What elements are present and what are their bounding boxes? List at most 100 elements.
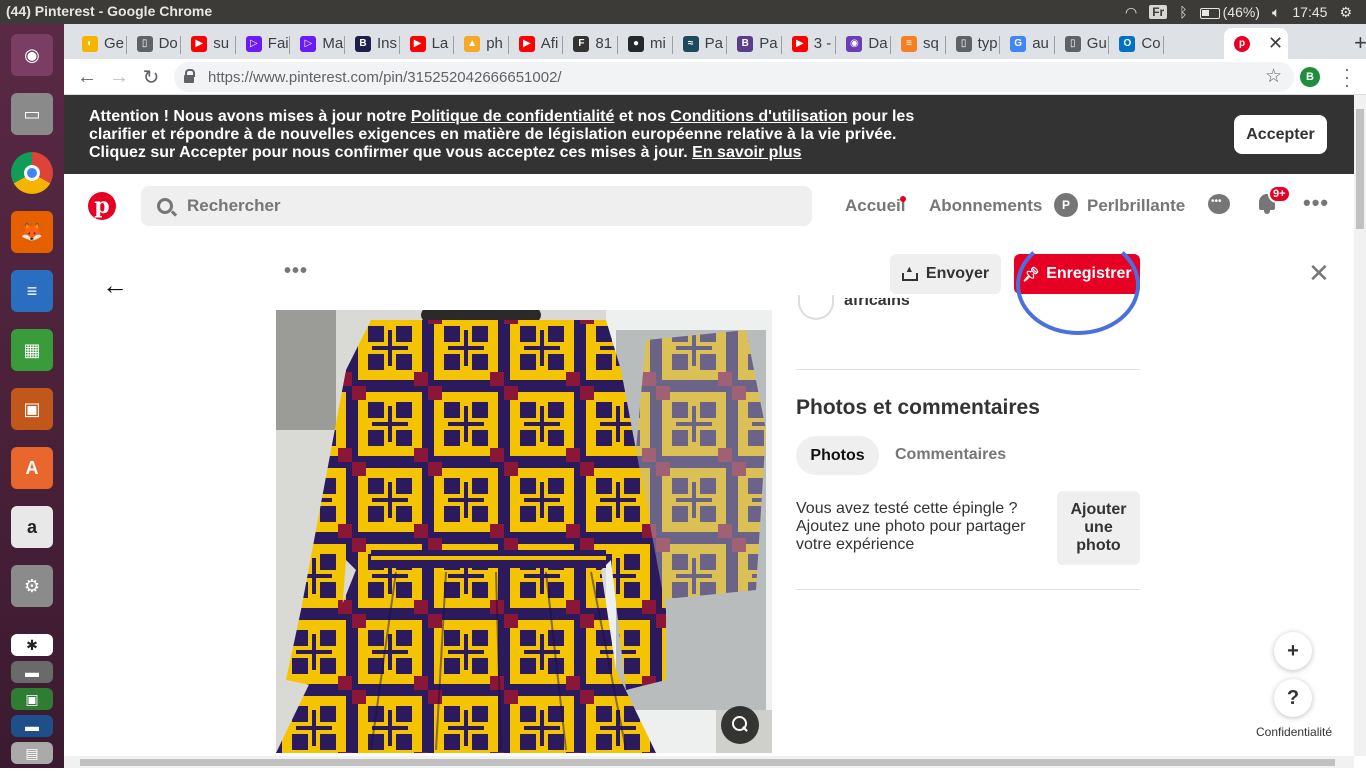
privacy-link[interactable]: Confidentialité	[1256, 725, 1332, 739]
tab-favicon-icon: B	[355, 35, 371, 52]
visual-search-lens-icon[interactable]	[721, 706, 759, 744]
browser-tab[interactable]: O Co	[1109, 28, 1164, 59]
keyboard-layout-indicator[interactable]: Fr	[1149, 5, 1168, 19]
messages-icon[interactable]	[1208, 194, 1230, 214]
browser-tab[interactable]: ▯ Gu	[1055, 28, 1110, 59]
launcher-item[interactable]: a	[6, 502, 58, 552]
browser-tab[interactable]: ▶ La	[400, 28, 455, 59]
launcher-item[interactable]: A	[6, 443, 58, 493]
tried-pin-prompt: Vous avez testé cette épingle ? Ajoutez …	[796, 500, 1026, 553]
reload-button[interactable]: ↻	[138, 64, 164, 90]
tab-pinterest-active[interactable]: p ✕	[1224, 28, 1288, 59]
browser-tab[interactable]: ▷ Ma	[290, 28, 345, 59]
tab-favicon-icon: ▯	[955, 35, 972, 52]
back-button[interactable]: ←	[74, 64, 100, 90]
launcher-item[interactable]: ▦	[6, 325, 58, 375]
pin-more-options-icon[interactable]: •••	[284, 260, 308, 283]
add-photo-button[interactable]: Ajouter une photo	[1057, 491, 1140, 565]
browser-tab[interactable]: ▯ Do	[127, 28, 182, 59]
url-path: /pin/315252042666651002/	[378, 68, 562, 86]
vertical-scroll-thumb[interactable]	[1356, 109, 1364, 229]
bluetooth-icon[interactable]: ᛒ	[1179, 4, 1187, 20]
tab-favicon-icon: ▶	[409, 35, 426, 52]
horizontal-scroll-thumb[interactable]	[80, 759, 1335, 766]
launcher-item[interactable]: ⚙	[6, 561, 58, 611]
trash-icon: ▤	[11, 742, 53, 764]
divider	[796, 369, 1140, 370]
address-bar[interactable]: https://www.pinterest.com/pin/3152520426…	[174, 62, 1294, 92]
tab-favicon-icon: G	[1010, 35, 1027, 52]
close-icon[interactable]: ✕	[1308, 258, 1330, 289]
more-options-icon[interactable]: •••	[1303, 190, 1329, 216]
browser-tab[interactable]: ▶ 3 -	[782, 28, 837, 59]
launcher-item[interactable]: ▭	[6, 89, 58, 139]
launcher-item[interactable]: ▤	[6, 728, 58, 778]
pin-image[interactable]	[276, 310, 772, 753]
home-notification-dot	[900, 196, 906, 202]
clock[interactable]: 17:45	[1292, 4, 1327, 20]
learn-more-link[interactable]: En savoir plus	[692, 144, 801, 161]
tab-label: Pa	[704, 35, 723, 52]
impress-icon: ▣	[11, 388, 53, 430]
browser-tab[interactable]: ◉ Da	[836, 28, 891, 59]
browser-tab[interactable]: ▷ Fai	[236, 28, 291, 59]
browser-tab[interactable]: ≈ Pa	[673, 28, 728, 59]
board-name[interactable]: africains	[844, 298, 910, 310]
help-button[interactable]: ?	[1274, 679, 1312, 717]
nav-following[interactable]: Abonnements	[929, 196, 1042, 216]
browser-tab[interactable]: ▶ Afi	[509, 28, 564, 59]
tab-photos[interactable]: Photos	[796, 436, 879, 475]
click-highlight-ring	[1016, 235, 1140, 335]
browser-tab[interactable]: ▶ su	[181, 28, 236, 59]
launcher-item[interactable]: ≡	[6, 266, 58, 316]
tab-label: Afi	[540, 35, 559, 52]
tab-label: 3 -	[813, 35, 832, 52]
chrome-menu-icon[interactable]: · · ·	[1344, 60, 1350, 94]
browser-tab[interactable]: ▲ ph	[454, 28, 509, 59]
close-tab-icon[interactable]: ✕	[1268, 33, 1283, 54]
new-tab-button[interactable]: +	[1354, 30, 1366, 56]
browser-tab[interactable]: ▯ typ	[946, 28, 1001, 59]
board-avatar[interactable]	[798, 295, 834, 320]
privacy-policy-link[interactable]: Politique de confidentialité	[411, 108, 615, 125]
back-arrow-icon[interactable]: ←	[102, 270, 128, 301]
nav-username[interactable]: Perlbrillante	[1087, 196, 1185, 216]
horizontal-scrollbar[interactable]	[64, 756, 1354, 768]
pinterest-logo-icon[interactable]: p	[88, 192, 116, 220]
launcher-item[interactable]: 🦊	[6, 207, 58, 257]
wifi-icon[interactable]: ◠	[1125, 4, 1137, 21]
volume-icon[interactable]: 🔈︎	[1272, 4, 1280, 21]
browser-tab[interactable]: F 81	[563, 28, 618, 59]
browser-tab[interactable]: Gau	[1000, 28, 1055, 59]
tab-favicon-icon: F	[573, 35, 590, 52]
profile-avatar[interactable]: B	[1300, 67, 1320, 87]
tab-label: Ins	[377, 35, 398, 52]
browser-tab[interactable]: ● mi	[618, 28, 673, 59]
browser-tab[interactable]: B Pa	[727, 28, 782, 59]
search-icon	[157, 198, 173, 214]
browser-tab[interactable]: B Ins	[345, 28, 400, 59]
tab-favicon-icon: ≡	[901, 35, 917, 52]
tab-favicon-icon: ≈	[682, 35, 699, 52]
launcher-item[interactable]: ◉	[6, 30, 58, 80]
power-icon[interactable]: ⚙	[1339, 4, 1352, 21]
create-plus-button[interactable]: +	[1274, 632, 1312, 670]
send-button[interactable]: Envoyer	[890, 254, 1001, 294]
launcher-item[interactable]	[6, 148, 58, 198]
launcher-item[interactable]: ▣	[6, 384, 58, 434]
terms-link[interactable]: Conditions d'utilisation	[670, 108, 847, 125]
chrome-icon	[11, 152, 53, 194]
battery-indicator[interactable]: (46%)	[1199, 4, 1260, 20]
browser-tab[interactable]: ≡ sq	[891, 28, 946, 59]
nav-home[interactable]: Accueil	[845, 196, 905, 216]
accept-button[interactable]: Accepter	[1234, 115, 1327, 154]
bookmark-star-icon[interactable]: ☆	[1265, 65, 1282, 88]
forward-button[interactable]: →	[106, 64, 132, 90]
tab-favicon-icon: ▯	[136, 35, 153, 52]
user-avatar[interactable]: P	[1054, 193, 1078, 217]
vertical-scrollbar[interactable]	[1354, 95, 1366, 756]
tab-comments[interactable]: Commentaires	[895, 446, 1006, 464]
browser-tab[interactable]: ◐ Ge	[72, 28, 127, 59]
search-input[interactable]: Rechercher	[141, 186, 812, 226]
tab-label: mi	[650, 35, 666, 52]
